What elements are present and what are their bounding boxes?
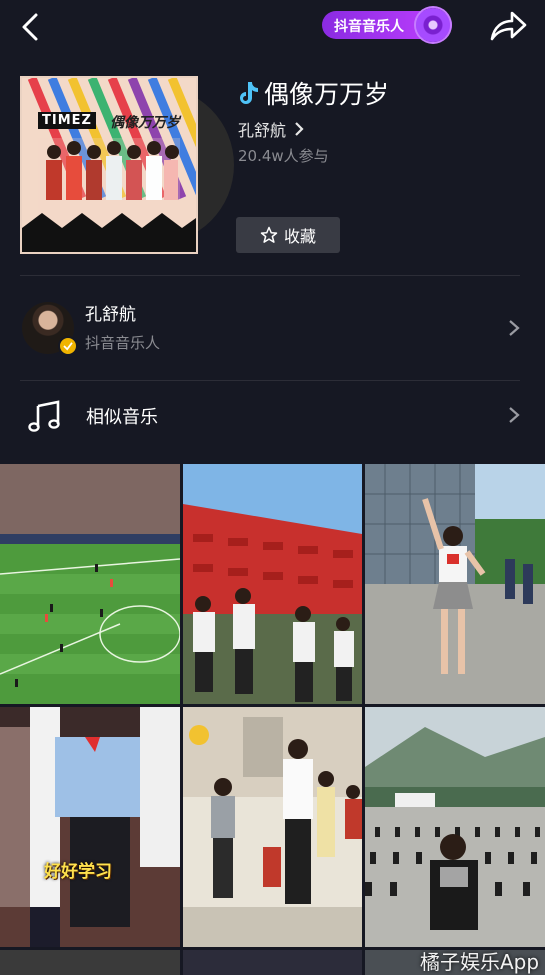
album-cover: TIMEZ 偶像万万岁 bbox=[20, 76, 198, 254]
tiktok-note-icon bbox=[240, 82, 258, 104]
chevron-right-icon bbox=[509, 320, 520, 336]
video-thumbnail[interactable] bbox=[0, 950, 180, 975]
album-brand: TIMEZ bbox=[38, 112, 96, 129]
album-cover-area[interactable]: TIMEZ 偶像万万岁 bbox=[20, 76, 234, 254]
chevron-right-icon bbox=[509, 407, 520, 423]
song-title: 偶像万万岁 bbox=[238, 75, 389, 111]
share-arrow-icon[interactable] bbox=[488, 9, 528, 43]
video-thumbnail-image bbox=[365, 464, 545, 704]
badge-label: 抖音音乐人 bbox=[334, 19, 404, 35]
video-thumbnail-image bbox=[0, 464, 180, 704]
video-grid: 好好学习 bbox=[0, 464, 545, 975]
artist-row[interactable]: 孔舒航 抖音音乐人 bbox=[0, 290, 545, 364]
video-thumbnail[interactable] bbox=[183, 950, 362, 975]
favorite-button[interactable]: 收藏 bbox=[236, 217, 340, 253]
song-artist-name: 孔舒航 bbox=[238, 121, 287, 140]
video-thumbnail-image bbox=[0, 707, 180, 947]
video-thumbnail[interactable] bbox=[0, 464, 180, 704]
participant-count: 20.4w人参与 bbox=[238, 147, 329, 165]
top-bar: 抖音音乐人 bbox=[0, 0, 545, 52]
divider bbox=[20, 275, 520, 276]
song-artist-link[interactable]: 孔舒航 bbox=[238, 117, 304, 141]
verified-badge-icon bbox=[58, 336, 78, 356]
song-title-text: 偶像万万岁 bbox=[264, 80, 390, 109]
video-thumbnail[interactable] bbox=[365, 707, 545, 947]
video-thumbnail[interactable]: 好好学习 bbox=[0, 707, 180, 947]
chevron-left-icon[interactable] bbox=[14, 10, 48, 44]
artist-tag: 抖音音乐人 bbox=[85, 334, 161, 352]
vinyl-disc-icon bbox=[416, 8, 450, 42]
album-art-pattern bbox=[22, 78, 196, 252]
chevron-right-icon bbox=[295, 122, 304, 136]
album-cover-title: 偶像万万岁 bbox=[110, 115, 180, 131]
video-thumbnail-image bbox=[183, 707, 362, 947]
watermark: 橘子娱乐App bbox=[420, 950, 540, 974]
divider bbox=[20, 380, 520, 381]
star-icon bbox=[260, 226, 278, 243]
similar-music-row[interactable]: 相似音乐 bbox=[0, 382, 545, 448]
artist-name: 孔舒航 bbox=[85, 305, 136, 325]
video-thumbnail[interactable] bbox=[183, 464, 362, 704]
video-thumbnail[interactable] bbox=[365, 464, 545, 704]
video-thumbnail-image bbox=[365, 707, 545, 947]
video-caption: 好好学习 bbox=[44, 862, 112, 882]
video-thumbnail-image bbox=[183, 464, 362, 704]
video-thumbnail[interactable] bbox=[183, 707, 362, 947]
favorite-label: 收藏 bbox=[283, 227, 316, 246]
music-artist-badge[interactable]: 抖音音乐人 bbox=[322, 8, 452, 42]
similar-music-label: 相似音乐 bbox=[86, 407, 158, 428]
music-note-icon bbox=[28, 400, 60, 432]
